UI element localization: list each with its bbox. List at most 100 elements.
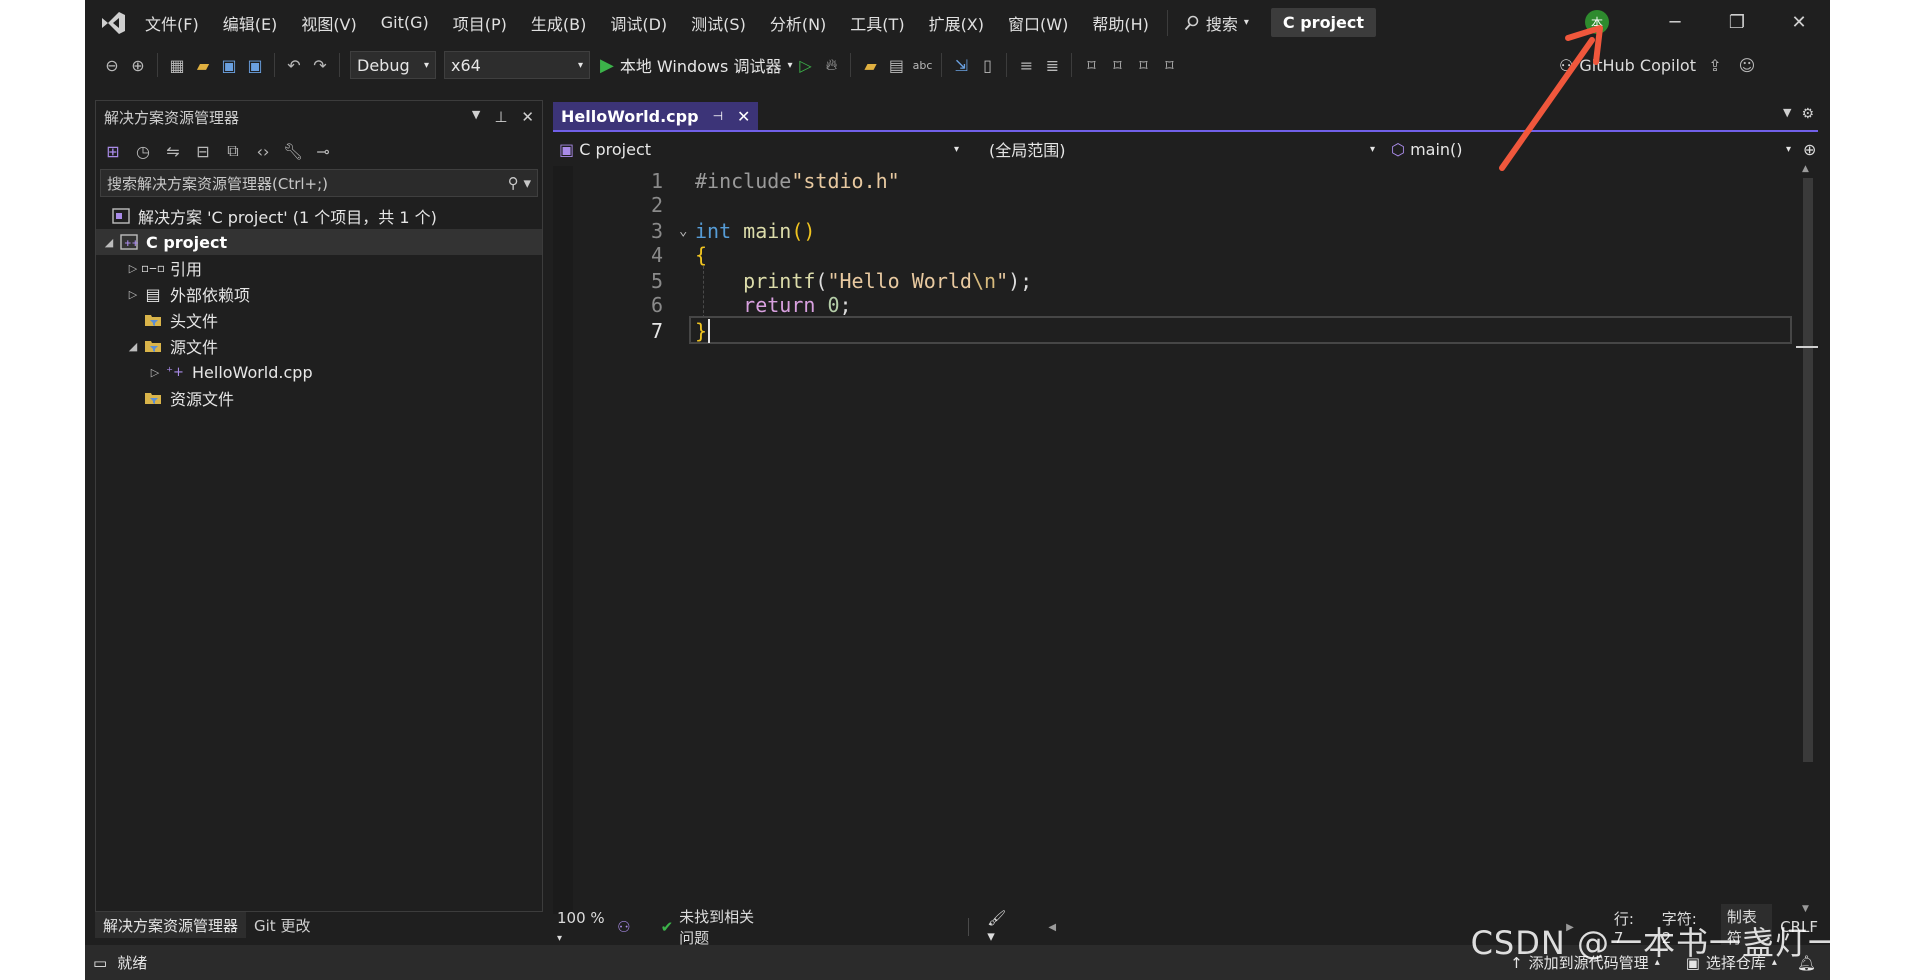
save-icon[interactable]: ▣ bbox=[216, 52, 242, 78]
spell-check-icon[interactable]: abc bbox=[909, 52, 935, 78]
start-without-debugging-icon[interactable]: ▷ bbox=[792, 52, 818, 78]
code-cleanup-icon[interactable]: 🖌︎▾ bbox=[987, 909, 1010, 945]
expanded-arrow-icon[interactable]: ◢ bbox=[124, 340, 142, 353]
tab-solution-explorer[interactable]: 解决方案资源管理器 bbox=[95, 912, 247, 938]
minimize-button[interactable]: ─ bbox=[1644, 0, 1706, 45]
pending-changes-icon[interactable]: ◷ bbox=[130, 138, 156, 164]
menu-analyze[interactable]: 分析(N) bbox=[758, 11, 838, 35]
account-avatar[interactable]: 本 bbox=[1585, 10, 1609, 34]
hot-reload-icon[interactable]: 🔥︎ bbox=[818, 52, 844, 78]
feedback-icon[interactable]: ☺ bbox=[1734, 52, 1760, 78]
menu-extensions[interactable]: 扩展(X) bbox=[917, 11, 996, 35]
toolbar-divider bbox=[274, 53, 275, 77]
document-tab-helloworld[interactable]: HelloWorld.cpp ⊣ ✕ bbox=[553, 102, 759, 130]
vertical-scrollbar[interactable]: ▲ ▼ bbox=[1796, 164, 1818, 914]
code-text-area[interactable]: 1 #include"stdio.h" 2 3 ⌄ int main() 4 {… bbox=[553, 166, 1793, 914]
tree-item-label: 引用 bbox=[170, 260, 203, 279]
tree-item-external-deps[interactable]: ▷ ▤ 外部依赖项 bbox=[96, 281, 542, 307]
navigate-forward-icon[interactable]: ⊕ bbox=[125, 52, 151, 78]
status-divider bbox=[968, 918, 970, 936]
properties-icon[interactable]: 🔧︎ bbox=[280, 138, 306, 164]
solution-platform-select[interactable]: x64 ▾ bbox=[444, 51, 590, 79]
outdent-icon[interactable]: ≡ bbox=[1013, 52, 1039, 78]
tree-item-resource-files[interactable]: 资源文件 bbox=[96, 385, 542, 411]
new-project-icon[interactable]: ▦ bbox=[164, 52, 190, 78]
preview-icon[interactable]: ⊸ bbox=[310, 138, 336, 164]
scroll-up-arrow-icon[interactable]: ▲ bbox=[1802, 164, 1809, 174]
menu-view[interactable]: 视图(V) bbox=[289, 11, 368, 35]
tree-item-references[interactable]: ▷ ▫‒▫ 引用 bbox=[96, 255, 542, 281]
close-button[interactable]: ✕ bbox=[1768, 0, 1830, 45]
prev-bookmark-icon[interactable]: ⌑ bbox=[1104, 52, 1130, 78]
tree-item-header-files[interactable]: 头文件 bbox=[96, 307, 542, 333]
copilot-status-icon[interactable]: ⚇ bbox=[617, 918, 630, 936]
share-icon[interactable]: ⇪ bbox=[1702, 52, 1728, 78]
tree-item-helloworld-cpp[interactable]: ▷ ⁺+ HelloWorld.cpp bbox=[96, 359, 542, 385]
panel-close-icon[interactable]: ✕ bbox=[521, 108, 534, 126]
next-bookmark-icon[interactable]: ⌑ bbox=[1130, 52, 1156, 78]
menu-project[interactable]: 项目(P) bbox=[441, 11, 519, 35]
redo-icon[interactable]: ↷ bbox=[307, 52, 333, 78]
scope-nav-select[interactable]: (全局范围) ▾ bbox=[969, 136, 1381, 162]
status-output-icon[interactable]: ▭ bbox=[93, 954, 107, 972]
save-all-icon[interactable]: ▣ bbox=[242, 52, 268, 78]
tree-item-project[interactable]: ◢ ++ C project bbox=[96, 229, 542, 255]
menu-git[interactable]: Git(G) bbox=[369, 13, 441, 32]
collapsed-arrow-icon[interactable]: ▷ bbox=[146, 366, 164, 379]
tree-item-source-files[interactable]: ◢ 源文件 bbox=[96, 333, 542, 359]
clear-bookmarks-icon[interactable]: ⌑ bbox=[1156, 52, 1182, 78]
member-nav-select[interactable]: ⬡ main() ▾ bbox=[1385, 136, 1797, 162]
step-into-icon[interactable]: ⇲ bbox=[948, 52, 974, 78]
collapsed-arrow-icon[interactable]: ▷ bbox=[124, 288, 142, 301]
visual-studio-logo-icon[interactable] bbox=[93, 0, 133, 45]
navigate-back-icon[interactable]: ⊖ bbox=[99, 52, 125, 78]
settings-gear-icon[interactable]: ⚙ bbox=[1801, 106, 1814, 122]
menu-file[interactable]: 文件(F) bbox=[133, 11, 211, 35]
open-file-icon[interactable]: ▰ bbox=[190, 52, 216, 78]
bookmark-icon[interactable]: ⌑ bbox=[1078, 52, 1104, 78]
tab-git-changes[interactable]: Git 更改 bbox=[246, 912, 318, 938]
undo-icon[interactable]: ↶ bbox=[281, 52, 307, 78]
split-window-icon[interactable]: ⊕ bbox=[1803, 140, 1816, 159]
menu-tools[interactable]: 工具(T) bbox=[838, 11, 916, 35]
search-button[interactable]: 搜索 ▾ bbox=[1174, 11, 1259, 35]
code-view-icon[interactable]: ‹› bbox=[250, 138, 276, 164]
scrollbar-thumb[interactable] bbox=[1803, 178, 1813, 762]
menu-window[interactable]: 窗口(W) bbox=[996, 11, 1080, 35]
pin-icon[interactable]: ⊣ bbox=[713, 109, 723, 123]
fold-chevron-icon[interactable]: ⌄ bbox=[679, 223, 687, 239]
start-debugging-button[interactable]: ▶ 本地 Windows 调试器 ▾ bbox=[600, 53, 792, 77]
tab-close-icon[interactable]: ✕ bbox=[737, 107, 750, 126]
tree-item-solution[interactable]: 解决方案 'C project' (1 个项目，共 1 个) bbox=[96, 203, 542, 229]
expanded-arrow-icon[interactable]: ◢ bbox=[100, 236, 118, 249]
menu-debug[interactable]: 调试(D) bbox=[598, 11, 679, 35]
browse-folder-icon[interactable]: ▰ bbox=[857, 52, 883, 78]
github-copilot-button[interactable]: ⚇ GitHub Copilot ⇪ ☺ bbox=[1559, 45, 1760, 85]
menu-build[interactable]: 生成(B) bbox=[519, 11, 598, 35]
solution-config-select[interactable]: Debug ▾ bbox=[350, 51, 436, 79]
menu-edit[interactable]: 编辑(E) bbox=[211, 11, 290, 35]
sync-icon[interactable]: ⇋ bbox=[160, 138, 186, 164]
issues-indicator[interactable]: ✔ 未找到相关问题 bbox=[661, 906, 769, 948]
zoom-select[interactable]: 100 % ▾ bbox=[553, 909, 611, 945]
project-nav-select[interactable]: ▣ C project ▾ bbox=[553, 136, 965, 162]
tab-list-chevron-icon[interactable]: ▼ bbox=[1783, 106, 1791, 122]
menu-test[interactable]: 测试(S) bbox=[679, 11, 758, 35]
title-bar: 文件(F) 编辑(E) 视图(V) Git(G) 项目(P) 生成(B) 调试(… bbox=[85, 0, 1830, 45]
panel-menu-chevron-icon[interactable]: ▼ bbox=[472, 108, 480, 126]
switch-views-icon[interactable]: ⊞ bbox=[100, 138, 126, 164]
collapse-all-icon[interactable]: ⊟ bbox=[190, 138, 216, 164]
pin-icon[interactable]: ⊥ bbox=[494, 108, 507, 126]
window-layout-icon[interactable]: ▤ bbox=[883, 52, 909, 78]
scroll-left-arrow-icon[interactable]: ◀ bbox=[1048, 922, 1056, 933]
chevron-down-icon: ▾ bbox=[1785, 143, 1791, 155]
clipboard-icon[interactable]: ▯ bbox=[974, 52, 1000, 78]
chevron-down-icon: ▾ bbox=[953, 143, 959, 155]
restore-button[interactable]: ❐ bbox=[1706, 0, 1768, 45]
show-all-files-icon[interactable]: ⧉ bbox=[220, 138, 246, 164]
scroll-down-arrow-icon[interactable]: ▼ bbox=[1802, 904, 1809, 914]
solution-search-input[interactable]: 搜索解决方案资源管理器(Ctrl+;) ⚲ ▾ bbox=[100, 169, 538, 197]
menu-help[interactable]: 帮助(H) bbox=[1080, 11, 1161, 35]
indent-icon[interactable]: ≣ bbox=[1039, 52, 1065, 78]
collapsed-arrow-icon[interactable]: ▷ bbox=[124, 262, 142, 275]
